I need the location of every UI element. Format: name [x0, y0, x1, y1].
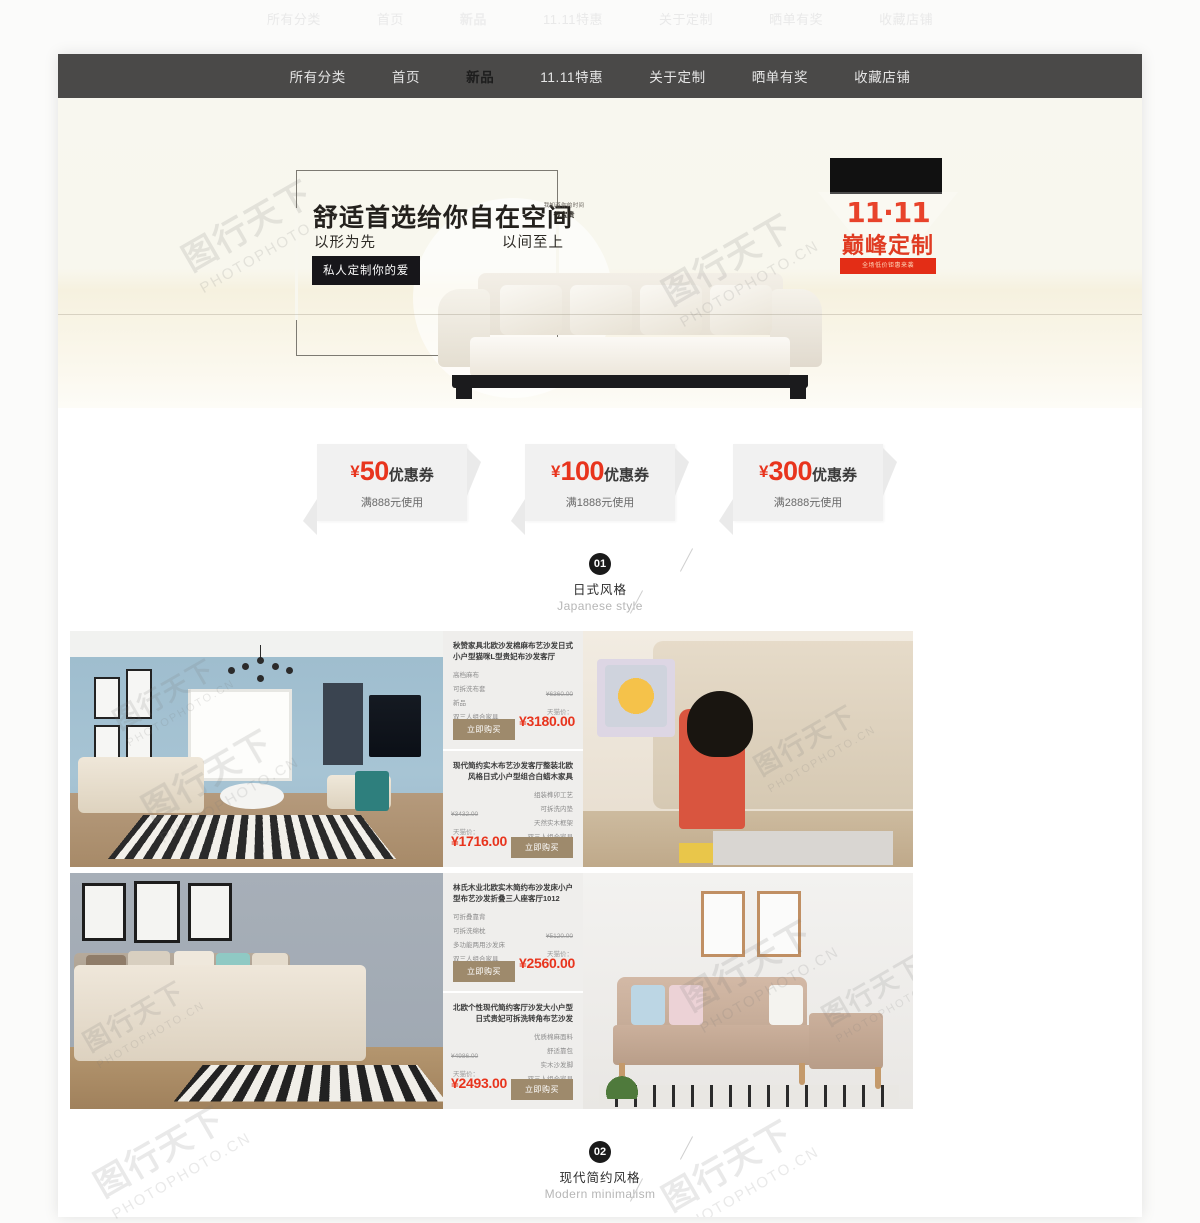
chandelier-decor	[220, 645, 300, 689]
product-info-column: 林氏木业北欧实木简约布沙发床小户型布艺沙发折叠三人座客厅1012 可折叠靠背 可…	[443, 873, 583, 1109]
product-grid: 图行天下 PHOTOPHOTO.CN 秋赞家具北欧沙发棉麻布艺沙发日式小户型猫咪…	[58, 627, 1142, 1109]
hero-banner: 舒适首选给你自在空间 我知道你的时间 很宝贵 以形为先 以间至上 私人定制你的爱…	[58, 98, 1142, 408]
product-info-card: 现代简约实木布艺沙发客厅整装北欧风格日式小户型组合白蜡木家具 组装榫卯工艺 可拆…	[443, 749, 583, 867]
nav-item-favorite-store[interactable]: 收藏店铺	[854, 66, 910, 86]
product-feature: 高档麻布	[453, 672, 479, 679]
section-slash-decor	[679, 1136, 694, 1160]
ghost-nav-item-6: 收藏店铺	[879, 11, 934, 27]
promo-badge-1111[interactable]: 11·11 巅峰定制 全场低价钜惠来袭	[818, 158, 958, 288]
coupon-condition: 满1888元使用	[565, 497, 635, 509]
badge-headline-text: 巅峰定制	[841, 233, 934, 258]
product-info-card: 林氏木业北欧实木简约布沙发床小户型布艺沙发折叠三人座客厅1012 可折叠靠背 可…	[443, 873, 583, 991]
banner-cta-button[interactable]: 私人定制你的爱	[312, 256, 421, 285]
product-price: ¥2493.00	[451, 1075, 507, 1091]
section-title-cn: 现代简约风格	[559, 1171, 641, 1185]
store-page: 所有分类 首页 新品 11.11特惠 关于定制 晒单有奖 收藏店铺 舒适首选给你…	[58, 54, 1142, 1217]
banner-subtitle-left: 以形为先	[314, 235, 376, 251]
badge-ribbon-text: 全场低价钜惠来袭	[840, 258, 936, 274]
product-image-corner-sofa[interactable]: 图行天下 PHOTOPHOTO.CN	[583, 873, 913, 1109]
product-original-price: ¥4986.00	[451, 1053, 479, 1060]
ghost-nav-item-1: 首页	[376, 11, 404, 27]
product-row: 图行天下 PHOTOPHOTO.CN 秋赞家具北欧沙发棉麻布艺沙发日式小户型猫咪…	[70, 631, 1130, 867]
coupon-amount-row: ¥300优惠券	[733, 456, 883, 487]
section-number: 01	[589, 553, 611, 575]
product-image-woman-sofa[interactable]: 图行天下 PHOTOPHOTO.CN	[583, 631, 913, 867]
product-title: 现代简约实木布艺沙发客厅整装北欧风格日式小户型组合白蜡木家具	[453, 761, 573, 781]
main-navigation-bar: 所有分类 首页 新品 11.11特惠 关于定制 晒单有奖 收藏店铺	[58, 54, 1142, 98]
ghost-nav-item-0: 所有分类	[266, 11, 321, 27]
ghost-nav-item-2: 新品	[459, 11, 487, 27]
coupon-card[interactable]: ¥100优惠券 满1888元使用	[511, 444, 689, 535]
product-original-price: ¥6360.00	[545, 691, 573, 698]
section-title-en: Modern minimalism	[544, 1187, 656, 1201]
badge-black-bar	[830, 158, 942, 194]
coupon-condition: 满888元使用	[360, 497, 424, 509]
nav-item-about-customization[interactable]: 关于定制	[649, 66, 705, 86]
nav-item-review-rewards[interactable]: 晒单有奖	[752, 66, 808, 86]
coupon-condition: 满2888元使用	[773, 497, 843, 509]
coupon-value: 50	[359, 456, 390, 486]
banner-side-note-line1: 我知道你的时间	[543, 203, 585, 209]
badge-date-text: 11·11	[846, 196, 931, 229]
product-title: 秋赞家具北欧沙发棉麻布艺沙发日式小户型猫咪L型贵妃布沙发客厅	[453, 641, 573, 661]
product-info-card: 北欧个性现代简约客厅沙发大小户型日式贵妃可拆洗转角布艺沙发 优质棉麻面料 舒适靠…	[443, 991, 583, 1109]
product-info-card: 秋赞家具北欧沙发棉麻布艺沙发日式小户型猫咪L型贵妃布沙发客厅 高档麻布 可拆洗布…	[443, 631, 583, 749]
coupon-amount-row: ¥100优惠券	[525, 456, 675, 487]
nav-item-home[interactable]: 首页	[392, 66, 420, 86]
buy-now-button[interactable]: 立即购买	[453, 719, 515, 740]
banner-side-note: 我知道你的时间 很宝贵	[533, 202, 595, 221]
nav-item-1111-deals[interactable]: 11.11特惠	[540, 66, 603, 86]
ghost-nav-item-3: 11.11特惠	[542, 11, 604, 27]
product-original-price: ¥5120.00	[545, 933, 573, 940]
nav-item-all-categories[interactable]: 所有分类	[289, 66, 345, 86]
ghost-nav-item-4: 关于定制	[659, 11, 714, 27]
product-price: ¥1716.00	[451, 833, 507, 849]
coupon-list: ¥50优惠券 满888元使用 ¥100优惠券 满1888元使用 ¥300优惠券 …	[58, 408, 1142, 535]
product-title: 北欧个性现代简约客厅沙发大小户型日式贵妃可拆洗转角布艺沙发	[453, 1003, 573, 1023]
product-original-price: ¥3432.00	[451, 811, 479, 818]
coupon-card[interactable]: ¥300优惠券 满2888元使用	[719, 444, 897, 535]
coupon-label: 优惠券	[812, 467, 858, 484]
coupon-value: 300	[768, 456, 812, 486]
nav-item-new-arrivals[interactable]: 新品	[466, 66, 494, 86]
banner-floor-line	[58, 314, 1142, 315]
ghost-nav-item-5: 晒单有奖	[769, 11, 824, 27]
coupon-value: 100	[560, 456, 604, 486]
banner-subtitle-row: 以形为先 以间至上	[314, 231, 564, 252]
buy-now-button[interactable]: 立即购买	[511, 837, 573, 858]
product-image-living-room[interactable]: 图行天下 PHOTOPHOTO.CN	[70, 631, 443, 867]
product-row: 图行天下 PHOTOPHOTO.CN 林氏木业北欧实木简约布沙发床小户型布艺沙发…	[70, 873, 1130, 1109]
section-title-cn: 日式风格	[572, 583, 627, 597]
product-feature: 组装榫卯工艺	[534, 792, 573, 799]
coupon-amount-row: ¥50优惠券	[317, 456, 467, 487]
section-header-01: 01 日式风格 Japanese style	[58, 527, 1142, 627]
product-price: ¥2560.00	[519, 955, 575, 971]
section-title-en: Japanese style	[557, 599, 643, 613]
ghost-top-nav: 所有分类 首页 新品 11.11特惠 关于定制 晒单有奖 收藏店铺	[0, 0, 1200, 36]
product-info-column: 秋赞家具北欧沙发棉麻布艺沙发日式小户型猫咪L型贵妃布沙发客厅 高档麻布 可拆洗布…	[443, 631, 583, 867]
coupon-currency: ¥	[350, 462, 360, 481]
section-number: 02	[589, 1141, 611, 1163]
product-price: ¥3180.00	[519, 713, 575, 729]
product-image-sofa-bed[interactable]: 图行天下 PHOTOPHOTO.CN	[70, 873, 443, 1109]
banner-side-note-line2: 很宝贵	[553, 212, 575, 219]
product-feature: 可折叠靠背	[453, 914, 486, 921]
banner-subtitle-right: 以间至上	[502, 235, 564, 251]
product-feature: 优质棉麻面料	[534, 1034, 573, 1041]
section-header-02: 02 现代简约风格 Modern minimalism	[58, 1115, 1142, 1215]
banner-sofa-illustration	[430, 261, 830, 408]
buy-now-button[interactable]: 立即购买	[453, 961, 515, 982]
coupon-label: 优惠券	[604, 467, 650, 484]
coupon-card[interactable]: ¥50优惠券 满888元使用	[303, 444, 481, 535]
coupon-label: 优惠券	[388, 467, 434, 484]
banner-frame-mask-left	[295, 208, 298, 320]
buy-now-button[interactable]: 立即购买	[511, 1079, 573, 1100]
section-slash-decor	[679, 548, 694, 572]
product-title: 林氏木业北欧实木简约布沙发床小户型布艺沙发折叠三人座客厅1012	[453, 883, 573, 903]
